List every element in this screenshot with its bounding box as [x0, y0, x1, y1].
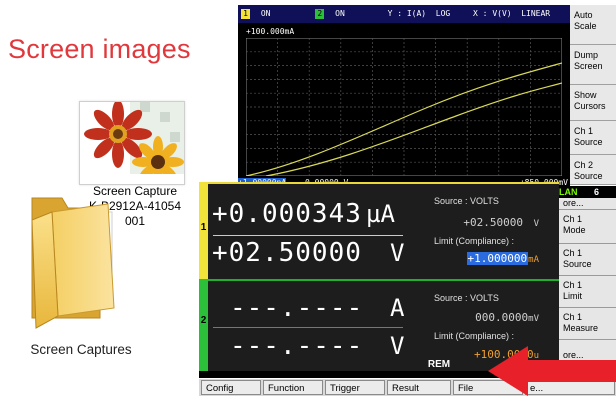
flower-image-icon[interactable]: [79, 100, 185, 188]
fkey-function[interactable]: Function: [263, 380, 323, 395]
ch2-source-label: Source : VOLTS: [434, 293, 499, 303]
softkey-label: Limit: [563, 291, 583, 301]
softkey-label: Source: [563, 259, 592, 269]
ch1-limit-value: +1.000000: [466, 252, 529, 265]
softkey-label: Ch 1: [563, 312, 583, 322]
ch1-panel[interactable]: +0.000343 µA +02.50000 V Source : VOLTS …: [208, 182, 559, 279]
ch1-source-setting[interactable]: +02.50000 V: [434, 216, 539, 229]
ch2-measure-value: ---.----: [230, 293, 364, 323]
ch1-separator: [213, 235, 403, 236]
ch1-limit-label: Limit (Compliance) :: [434, 236, 515, 246]
softkey-show-cursors[interactable]: Show Cursors: [570, 85, 616, 121]
red-arrow-icon: [488, 346, 616, 396]
softkey-more-top[interactable]: ore...: [559, 198, 616, 210]
ch1-color-band: 1: [199, 182, 208, 279]
softkey-ch1-mode[interactable]: Ch 1 Mode: [559, 210, 616, 244]
ch1-state: ON: [260, 9, 271, 18]
ch2-source-value: ---.----: [230, 331, 364, 361]
softkey-label: Ch 2: [574, 160, 594, 170]
graph-screen: 1 ON 2 ON Y : I(A) LOG X : V(V) LINEAR +…: [238, 5, 570, 188]
softkey-ch1-limit[interactable]: Ch 1 Limit: [559, 276, 616, 308]
fkey-result[interactable]: Result: [387, 380, 451, 395]
softkey-label: Screen: [574, 61, 603, 71]
graph-header: 1 ON 2 ON Y : I(A) LOG X : V(V) LINEAR: [238, 5, 570, 23]
fkey-trigger[interactable]: Trigger: [325, 380, 385, 395]
softkey-ch1-source[interactable]: Ch 1 Source: [559, 244, 616, 276]
softkey-ch2-source[interactable]: Ch 2 Source: [570, 155, 616, 185]
ch1-measure-value: +0.000343: [212, 199, 362, 229]
softkey-ch1-source[interactable]: Ch 1 Source: [570, 121, 616, 155]
ch1-source-unit: V: [390, 239, 405, 267]
ch1-measure-unit: µA: [366, 200, 395, 228]
ch2-indicator: 2: [315, 8, 325, 19]
ch1-number: 1: [200, 222, 207, 233]
softkey-label: Ch 1: [563, 214, 583, 224]
softkey-dump-screen[interactable]: Dump Screen: [570, 45, 616, 85]
y-axis-setting: Y : I(A) LOG: [387, 9, 451, 18]
lan-indicator: LAN 6: [559, 186, 616, 198]
ch1-limit-setting[interactable]: +1.000000mA: [434, 252, 539, 265]
softkey-label: Auto: [574, 10, 593, 20]
softkey-label: Show: [574, 90, 597, 100]
graph-softkeys: Auto Scale Dump Screen Show Cursors Ch 1…: [570, 5, 616, 185]
softkey-label: Dump: [574, 50, 599, 60]
softkey-label: Mode: [563, 225, 586, 235]
ch1-indicator: 1: [241, 8, 250, 19]
ch1-source-value: +02.50000: [212, 238, 362, 268]
ch1-source-setting-value: +02.50000: [463, 216, 523, 229]
softkey-label: Source: [574, 137, 603, 147]
ch2-limit-label: Limit (Compliance) :: [434, 331, 515, 341]
softkey-auto-scale[interactable]: Auto Scale: [570, 5, 616, 45]
ch2-state: ON: [335, 9, 345, 18]
ch1-source-setting-unit: V: [533, 219, 539, 229]
softkey-label: Cursors: [574, 101, 606, 111]
lan-value: 6: [594, 187, 600, 197]
folder-icon[interactable]: [22, 190, 132, 330]
ch1-source-label: Source : VOLTS: [434, 196, 499, 206]
remote-status: REM: [427, 359, 451, 370]
softkey-label: Scale: [574, 21, 597, 31]
softkey-label: Source: [574, 171, 603, 181]
ch2-measure-unit: A: [390, 294, 405, 322]
y-max-label: +100.000mA: [246, 27, 295, 36]
x-axis-setting: X : V(V) LINEAR: [473, 9, 551, 18]
ch2-separator: [213, 327, 403, 328]
page-title: Screen images: [8, 34, 191, 64]
ch1-limit-unit: mA: [528, 255, 539, 265]
graph-plot: [246, 38, 562, 176]
ch2-source-unit: V: [390, 332, 405, 360]
softkey-label: Ch 1: [563, 280, 583, 290]
ch2-color-band: 2: [199, 279, 208, 371]
softkey-label: Measure: [563, 323, 599, 333]
fkey-config[interactable]: Config: [201, 380, 261, 395]
folder-caption[interactable]: Screen Captures: [6, 342, 156, 357]
ch2-source-setting-value: 000.0000: [475, 311, 529, 324]
softkey-label: Ch 1: [563, 248, 583, 258]
softkey-ch1-measure[interactable]: Ch 1 Measure: [559, 308, 616, 340]
softkey-label: Ch 1: [574, 126, 594, 136]
ch2-source-setting-unit: mV: [528, 314, 539, 324]
ch2-source-setting[interactable]: 000.0000mV: [434, 311, 539, 324]
lan-label: LAN: [559, 187, 578, 197]
ch2-number: 2: [200, 315, 207, 326]
